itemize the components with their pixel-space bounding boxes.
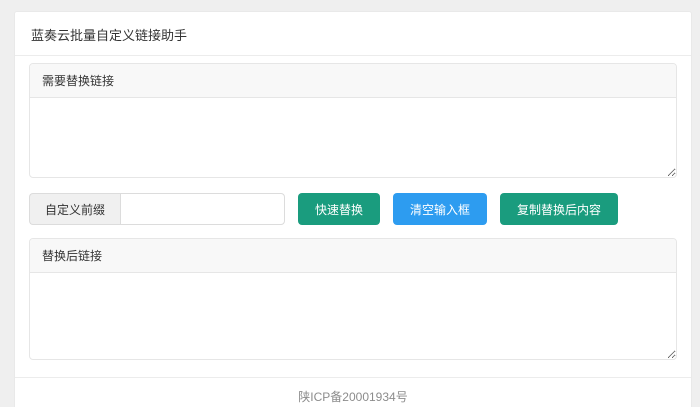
quick-replace-button[interactable]: 快速替换 [298,193,380,225]
prefix-form-row: 自定义前缀 快速替换 清空输入框 复制替换后内容 [29,193,677,225]
prefix-input-group: 自定义前缀 [29,193,285,225]
clear-input-button[interactable]: 清空输入框 [393,193,487,225]
card-body: 需要替换链接 自定义前缀 快速替换 清空输入框 复制替换后内容 替换后链接 [15,56,691,360]
prefix-label: 自定义前缀 [29,193,120,225]
icp-record-text: 陕ICP备20001934号 [298,390,407,404]
result-links-textarea[interactable] [30,273,676,359]
source-links-textarea[interactable] [30,98,676,177]
result-panel-header: 替换后链接 [30,239,676,273]
result-links-panel: 替换后链接 [29,238,677,360]
footer: 陕ICP备20001934号 [15,377,691,407]
source-panel-header: 需要替换链接 [30,64,676,98]
page-title: 蓝奏云批量自定义链接助手 [15,12,691,56]
source-links-panel: 需要替换链接 [29,63,677,178]
prefix-input[interactable] [120,193,285,225]
main-card: 蓝奏云批量自定义链接助手 需要替换链接 自定义前缀 快速替换 清空输入框 复制替… [14,11,692,407]
copy-result-button[interactable]: 复制替换后内容 [500,193,618,225]
